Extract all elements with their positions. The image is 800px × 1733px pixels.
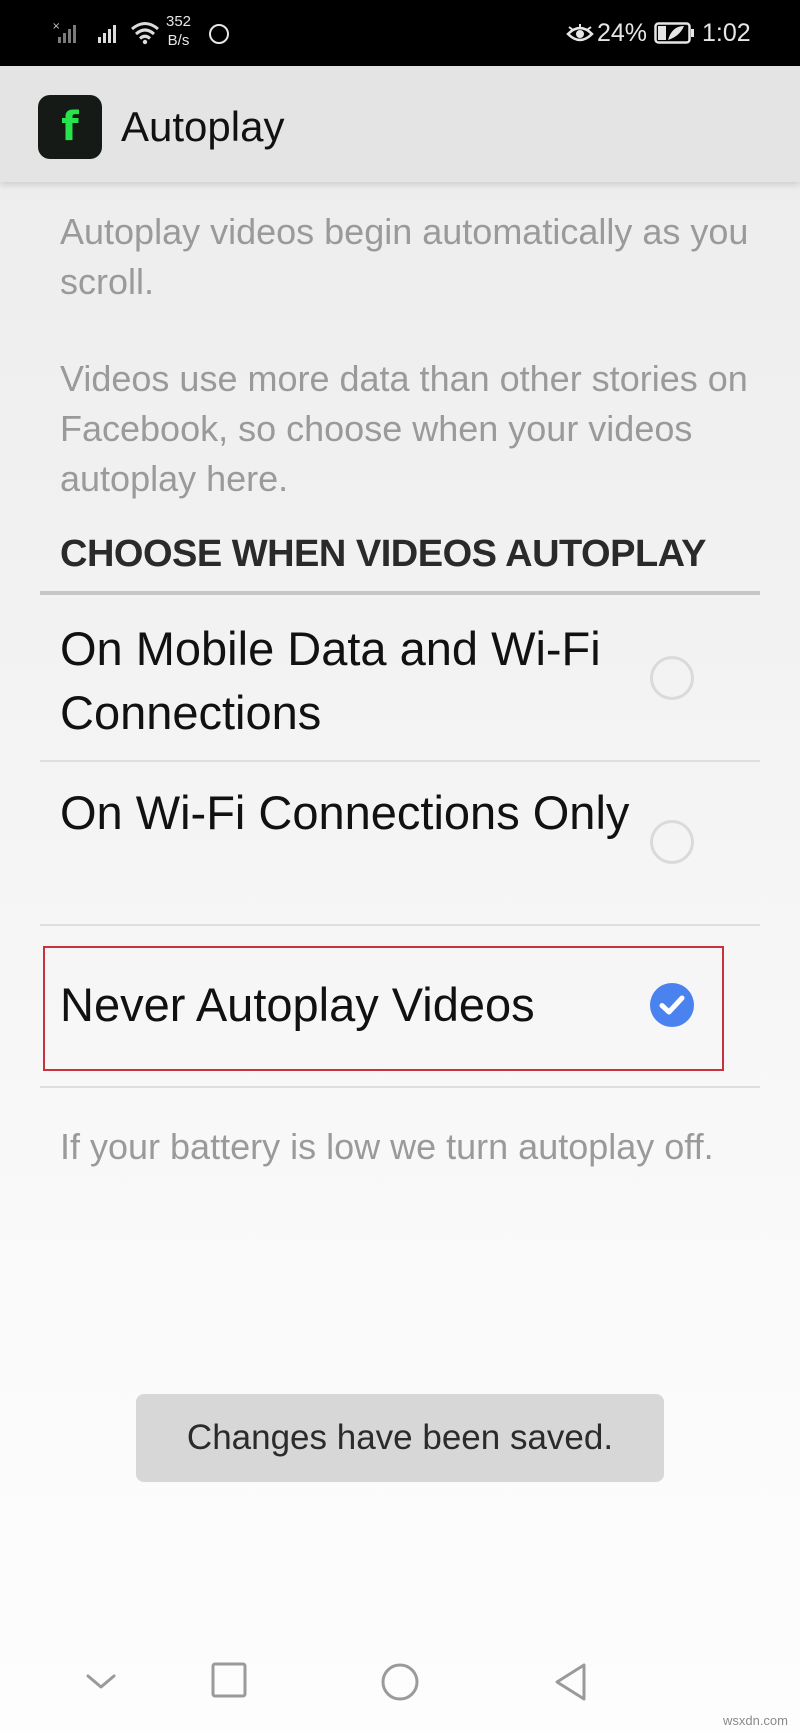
recents-square-icon[interactable] [209, 1660, 249, 1707]
signal-icon [97, 20, 123, 51]
system-navigation-bar [0, 1640, 800, 1733]
section-divider [40, 591, 760, 595]
highlight-annotation-box [43, 946, 724, 1071]
down-chevron-icon[interactable] [80, 1660, 122, 1707]
toast-message: Changes have been saved. [136, 1394, 664, 1482]
data-usage-text: Videos use more data than other stories … [60, 358, 748, 499]
option-wifi-only[interactable]: On Wi-Fi Connections Only [40, 764, 760, 924]
radio-unchecked-icon[interactable] [650, 820, 694, 864]
network-speed-value: 352 [166, 13, 192, 30]
facebook-lite-logo-icon: f [38, 95, 102, 159]
wifi-icon [130, 20, 160, 51]
eye-icon [566, 24, 594, 49]
clock-time: 1:02 [702, 19, 751, 47]
back-triangle-icon[interactable] [550, 1660, 592, 1709]
intro-text: Autoplay videos begin automatically as y… [60, 211, 749, 302]
network-speed-unit: B/s [167, 32, 190, 49]
option-label: On Wi-Fi Connections Only [60, 786, 630, 839]
circle-icon [209, 24, 229, 44]
battery-percent: 24% [597, 19, 648, 47]
row-divider [40, 1086, 760, 1088]
option-mobile-and-wifi[interactable]: On Mobile Data and Wi-Fi Connections [40, 600, 760, 760]
row-divider [40, 760, 760, 762]
home-circle-icon[interactable] [378, 1660, 422, 1709]
radio-unchecked-icon[interactable] [650, 656, 694, 700]
page-title: Autoplay [121, 103, 285, 150]
status-bar: × 352 B/s 24% 1:02 [0, 0, 800, 66]
network-speed: 352 B/s [166, 12, 191, 50]
row-divider [40, 924, 760, 926]
battery-note-text: If your battery is low we turn autoplay … [60, 1126, 714, 1167]
watermark: wsxdn.com [722, 1713, 788, 1728]
app-bar: f Autoplay [0, 66, 800, 182]
battery-icon [654, 22, 696, 49]
svg-text:×: × [52, 21, 60, 32]
signal-no-sim-icon: × [52, 20, 78, 51]
section-header: CHOOSE WHEN VIDEOS AUTOPLAY [60, 533, 706, 575]
